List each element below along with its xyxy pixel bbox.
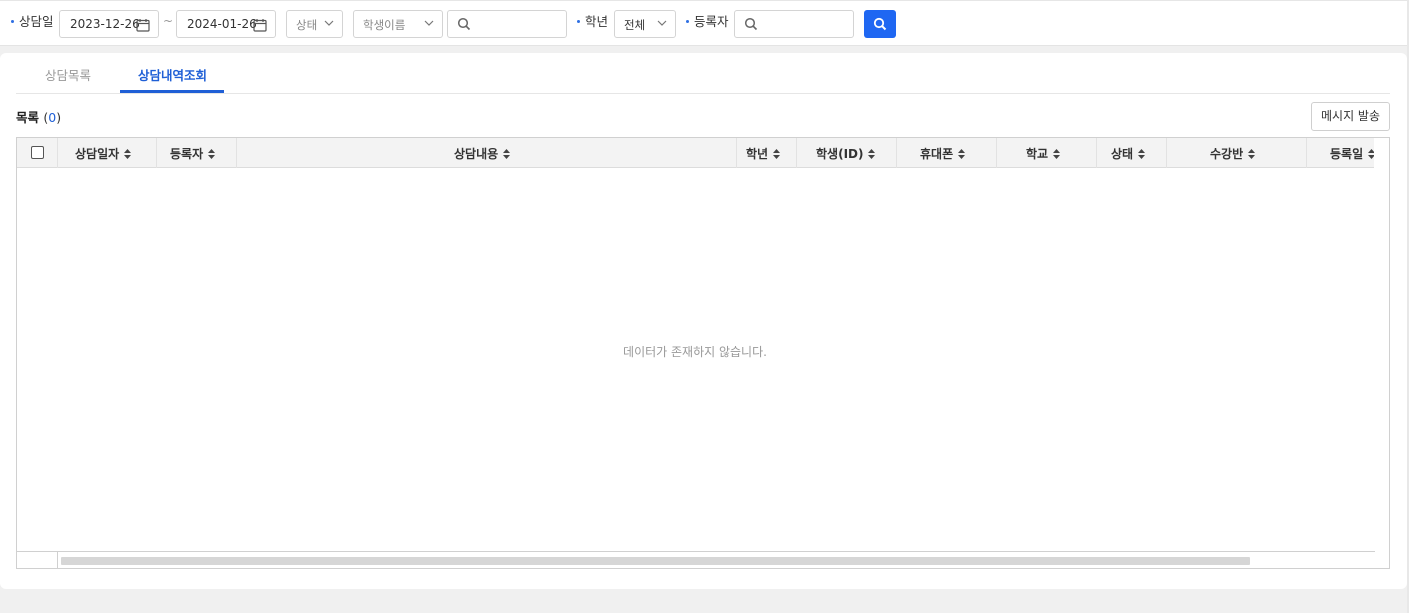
column-label: 휴대폰: [920, 147, 954, 161]
sort-icon[interactable]: [208, 148, 216, 159]
sort-icon[interactable]: [1248, 148, 1256, 159]
tab-consult-list[interactable]: 상담목록: [45, 65, 91, 84]
sort-icon[interactable]: [124, 148, 132, 159]
chevron-down-icon: [657, 20, 667, 26]
select-all-checkbox[interactable]: [31, 146, 44, 159]
calendar-icon[interactable]: [136, 18, 150, 32]
search-icon: [457, 17, 471, 31]
sort-icon[interactable]: [1053, 148, 1061, 159]
horizontal-scroll-thumb[interactable]: [61, 557, 1250, 565]
column-label: 학교: [1026, 147, 1049, 161]
horizontal-scrollbar[interactable]: [17, 551, 1375, 568]
student-select[interactable]: 학생이름: [353, 10, 443, 38]
sort-icon[interactable]: [868, 148, 876, 159]
student-search-input[interactable]: [447, 10, 567, 38]
send-message-button[interactable]: 메시지 발송: [1311, 102, 1390, 131]
sort-icon[interactable]: [1138, 148, 1146, 159]
column-label: 상태: [1111, 147, 1134, 161]
date-to-input[interactable]: 2024-01-26: [176, 10, 276, 38]
student-select-value: 학생이름: [363, 18, 406, 32]
column-label: 학생(ID): [816, 147, 864, 161]
data-grid: 상담일자 등록자 상담내용 학년 학생(ID) 휴대폰 학교 상태 수강반 등록…: [16, 137, 1390, 569]
grid-header: 상담일자 등록자 상담내용 학년 학생(ID) 휴대폰 학교 상태 수강반 등록…: [17, 138, 1376, 168]
date-to-value: 2024-01-26: [187, 17, 257, 31]
search-icon: [873, 17, 887, 31]
registrant-search-input[interactable]: [734, 10, 854, 38]
column-header-grade[interactable]: 학년: [737, 138, 797, 168]
column-header-phone[interactable]: 휴대폰: [897, 138, 997, 168]
search-button[interactable]: [864, 10, 896, 38]
column-header-school[interactable]: 학교: [997, 138, 1097, 168]
column-label: 학년: [746, 147, 769, 161]
column-header-status[interactable]: 상태: [1097, 138, 1167, 168]
column-header-content[interactable]: 상담내용: [237, 138, 737, 168]
sort-icon[interactable]: [958, 148, 966, 159]
date-from-value: 2023-12-26: [70, 17, 140, 31]
bullet-dot: [577, 19, 580, 23]
grade-label: 학년: [577, 14, 608, 30]
column-label: 등록일: [1330, 147, 1364, 161]
search-icon: [744, 17, 758, 31]
list-title-text: 목록: [16, 110, 40, 125]
bullet-dot: [11, 19, 14, 23]
select-all-column: [17, 138, 58, 168]
column-header-student[interactable]: 학생(ID): [797, 138, 897, 168]
column-label: 상담일자: [75, 147, 120, 161]
tab-consult-history[interactable]: 상담내역조회: [138, 65, 207, 84]
grade-select[interactable]: 전체: [614, 10, 676, 38]
status-select[interactable]: 상태: [286, 10, 343, 38]
chevron-down-icon: [324, 20, 334, 26]
vertical-scrollbar[interactable]: [1374, 138, 1389, 551]
count-close-paren: ): [56, 110, 62, 125]
filter-bar: 상담일 2023-12-26 ~ 2024-01-26 상태 학생이름 학년 전…: [0, 0, 1407, 46]
date-range-separator: ~: [163, 14, 174, 28]
column-header-class[interactable]: 수강반: [1167, 138, 1307, 168]
registrant-label: 등록자: [686, 14, 729, 30]
chevron-down-icon: [424, 20, 434, 26]
scrollbar-divider: [57, 552, 58, 568]
date-from-input[interactable]: 2023-12-26: [59, 10, 159, 38]
status-select-value: 상태: [296, 18, 318, 32]
empty-message: 데이터가 존재하지 않습니다.: [623, 345, 767, 359]
active-tab-indicator: [120, 90, 224, 93]
calendar-icon[interactable]: [253, 18, 267, 32]
column-header-registrant[interactable]: 등록자: [157, 138, 237, 168]
column-label: 상담내용: [454, 147, 499, 161]
grade-select-value: 전체: [624, 18, 646, 32]
column-label: 등록자: [170, 147, 204, 161]
consult-date-label: 상담일: [11, 14, 54, 30]
content-card: 상담목록 상담내역조회 목록 (0) 메시지 발송 상담일자 등록자 상담내용 …: [0, 53, 1407, 589]
sort-icon[interactable]: [503, 148, 511, 159]
tab-bar: 상담목록 상담내역조회: [16, 53, 1390, 94]
column-label: 수강반: [1210, 147, 1244, 161]
list-title: 목록 (0): [16, 107, 61, 126]
column-header-date[interactable]: 상담일자: [58, 138, 157, 168]
sort-icon[interactable]: [773, 148, 781, 159]
bullet-dot: [686, 19, 689, 23]
